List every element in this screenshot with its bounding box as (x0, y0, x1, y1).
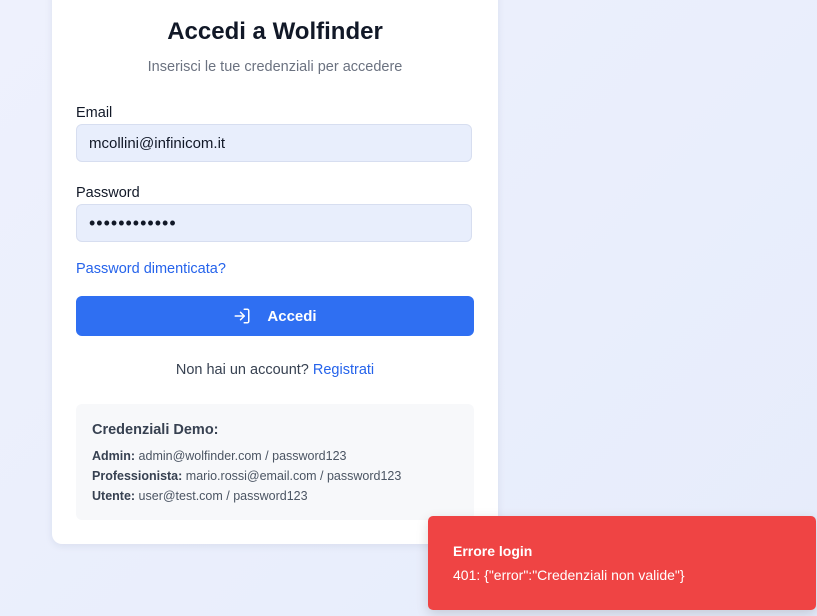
password-field[interactable]: •••••••••••• (76, 204, 472, 242)
page-subtitle: Inserisci le tue credenziali per acceder… (147, 59, 403, 75)
demo-account-admin: Admin: admin@wolfinder.com / password123 (92, 449, 346, 463)
toast-message: 401: {"error":"Credenziali non valide"} (453, 567, 685, 583)
demo-credentials: admin@wolfinder.com / password123 (138, 449, 347, 463)
login-button-label: Accedi (267, 307, 317, 325)
demo-credentials: user@test.com / password123 (138, 489, 308, 503)
register-prompt: Non hai un account? Registrati (52, 362, 498, 378)
demo-credentials: mario.rossi@email.com / password123 (185, 469, 402, 483)
error-toast[interactable]: Errore login 401: {"error":"Credenziali … (428, 516, 816, 610)
page-title: Accedi a Wolfinder (167, 18, 383, 45)
register-link[interactable]: Registrati (313, 362, 374, 378)
email-field[interactable]: mcollini@infinicom.it (76, 124, 472, 162)
password-label: Password (76, 185, 140, 201)
toast-title: Errore login (453, 543, 533, 559)
forgot-password-link[interactable]: Password dimenticata? (76, 261, 226, 277)
login-arrow-icon (233, 307, 251, 325)
login-card: Accedi a Wolfinder Inserisci le tue cred… (52, 0, 498, 544)
register-prompt-text: Non hai un account? (175, 362, 309, 378)
demo-credentials-box: Credenziali Demo: Admin: admin@wolfinder… (76, 404, 474, 520)
demo-credentials-title: Credenziali Demo: (92, 422, 219, 438)
demo-role: Utente: (92, 489, 136, 503)
demo-account-utente: Utente: user@test.com / password123 (92, 489, 308, 503)
login-button[interactable]: Accedi (76, 296, 474, 336)
email-label: Email (76, 105, 113, 121)
demo-role: Professionista: (92, 469, 183, 483)
demo-role: Admin: (92, 449, 136, 463)
demo-account-professionista: Professionista: mario.rossi@email.com / … (92, 469, 401, 483)
